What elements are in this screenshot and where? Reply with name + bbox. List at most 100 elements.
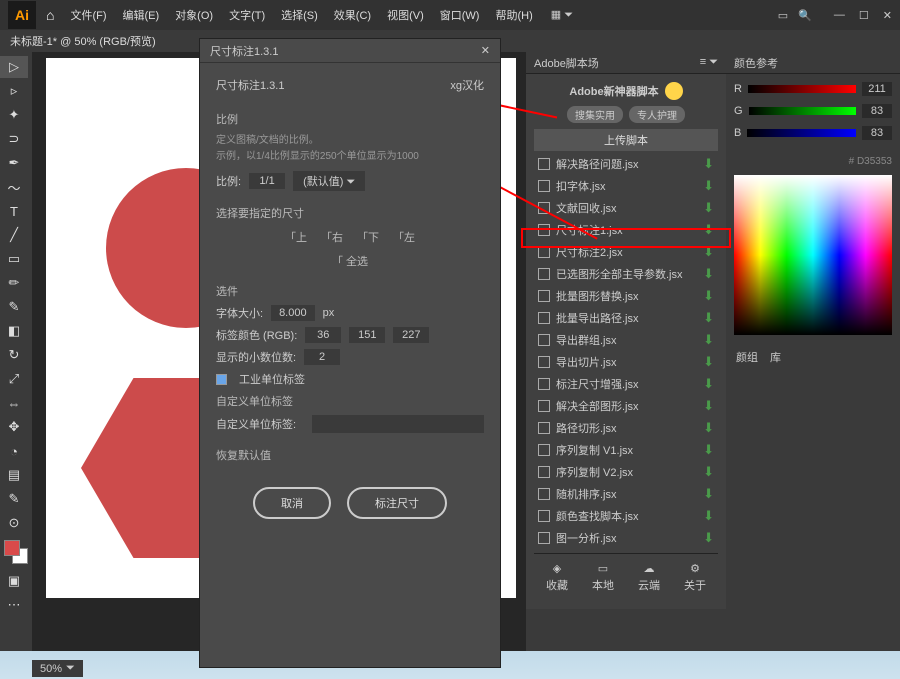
chk-bottom[interactable]: 「下: [357, 229, 379, 245]
download-icon[interactable]: ⬇: [703, 486, 714, 502]
blend-tool[interactable]: ⊙: [0, 512, 28, 534]
download-icon[interactable]: ⬇: [703, 178, 714, 194]
shaper-tool[interactable]: ✎: [0, 296, 28, 318]
list-item[interactable]: 序列复制 V1.jsx⬇: [534, 439, 718, 461]
list-item[interactable]: 序列复制 V2.jsx⬇: [534, 461, 718, 483]
wand-tool[interactable]: ✦: [0, 104, 28, 126]
gradient-tool[interactable]: ▤: [0, 464, 28, 486]
download-icon[interactable]: ⬇: [703, 156, 714, 172]
list-item[interactable]: 扣字体.jsx⬇: [534, 175, 718, 197]
cb-custom-label[interactable]: 自定义单位标签: [216, 393, 293, 409]
menu-object[interactable]: 对象(O): [169, 3, 219, 27]
home-icon[interactable]: ⌂: [46, 7, 54, 23]
rect-tool[interactable]: ▭: [0, 248, 28, 270]
list-item[interactable]: 解决全部图形.jsx⬇: [534, 395, 718, 417]
menu-edit[interactable]: 编辑(E): [117, 3, 166, 27]
list-item[interactable]: 文献回收.jsx⬇: [534, 197, 718, 219]
eyedropper-tool[interactable]: ✎: [0, 488, 28, 510]
label-g[interactable]: 151: [349, 327, 385, 343]
ratio-dropdown[interactable]: (默认值) ⏷: [293, 171, 365, 191]
menu-select[interactable]: 选择(S): [275, 3, 324, 27]
pill-1[interactable]: 搜集实用: [567, 106, 623, 123]
free-transform[interactable]: ✥: [0, 416, 28, 438]
curve-tool[interactable]: 〜: [0, 176, 28, 198]
download-icon[interactable]: ⬇: [703, 200, 714, 216]
pill-2[interactable]: 专人护理: [629, 106, 685, 123]
shape-builder[interactable]: ◔: [0, 440, 28, 462]
download-icon[interactable]: ⬇: [703, 508, 714, 524]
download-icon[interactable]: ⬇: [703, 420, 714, 436]
r-slider[interactable]: [748, 85, 856, 93]
chk-left[interactable]: 「左: [393, 229, 415, 245]
label-r[interactable]: 36: [305, 327, 341, 343]
label-b[interactable]: 227: [393, 327, 429, 343]
lasso-tool[interactable]: ⊃: [0, 128, 28, 150]
dec-field[interactable]: 2: [304, 349, 340, 365]
minimize-icon[interactable]: —: [834, 9, 845, 22]
list-item[interactable]: 解决路径问题.jsx⬇: [534, 153, 718, 175]
cancel-button[interactable]: 取消: [253, 487, 331, 519]
list-item[interactable]: 路径切形.jsx⬇: [534, 417, 718, 439]
download-icon[interactable]: ⬇: [703, 376, 714, 392]
list-item[interactable]: 导出切片.jsx⬇: [534, 351, 718, 373]
custom-unit-input[interactable]: [312, 415, 484, 433]
menu-help[interactable]: 帮助(H): [489, 3, 538, 27]
g-slider[interactable]: [749, 107, 856, 115]
dialog-tab1[interactable]: 尺寸标注1.3.1: [216, 77, 284, 93]
list-item[interactable]: 标注尺寸增强.jsx⬇: [534, 373, 718, 395]
nav-fav[interactable]: ◈收藏: [546, 562, 568, 593]
download-icon[interactable]: ⬇: [703, 310, 714, 326]
download-icon[interactable]: ⬇: [703, 332, 714, 348]
type-tool[interactable]: T: [0, 200, 28, 222]
list-item[interactable]: 颜色查找脚本.jsx⬇: [534, 505, 718, 527]
maximize-icon[interactable]: ☐: [859, 9, 869, 22]
download-icon[interactable]: ⬇: [703, 464, 714, 480]
download-icon[interactable]: ⬇: [703, 288, 714, 304]
pen-tool[interactable]: ✒: [0, 152, 28, 174]
doc-icon[interactable]: ▭: [778, 9, 788, 22]
menu-window[interactable]: 窗口(W): [434, 3, 486, 27]
zoom-bar[interactable]: 50%⏷: [32, 660, 83, 677]
menu-view[interactable]: 视图(V): [381, 3, 430, 27]
r-value[interactable]: 211: [862, 82, 892, 96]
tab-groups[interactable]: 颜组: [736, 349, 758, 365]
rotate-tool[interactable]: ↻: [0, 344, 28, 366]
chk-all[interactable]: 「 全选: [332, 253, 368, 269]
b-value[interactable]: 83: [862, 126, 892, 140]
scale-tool[interactable]: ⤢: [0, 368, 28, 390]
cb-industrial[interactable]: [216, 374, 227, 385]
list-item[interactable]: 批量图形替换.jsx⬇: [534, 285, 718, 307]
download-icon[interactable]: ⬇: [703, 354, 714, 370]
list-item[interactable]: 已选图形全部主导参数.jsx⬇: [534, 263, 718, 285]
edit-toolbar[interactable]: ⋯: [0, 594, 28, 616]
width-tool[interactable]: ⇔: [0, 392, 28, 414]
close-icon[interactable]: ✕: [883, 9, 892, 22]
color-swatch[interactable]: [4, 540, 28, 564]
eraser-tool[interactable]: ◧: [0, 320, 28, 342]
search-icon[interactable]: 🔍: [798, 9, 812, 22]
download-icon[interactable]: ⬇: [703, 398, 714, 414]
g-value[interactable]: 83: [862, 104, 892, 118]
nav-cloud[interactable]: ☁云端: [638, 562, 660, 593]
b-slider[interactable]: [747, 129, 856, 137]
line-tool[interactable]: ╱: [0, 224, 28, 246]
chk-right[interactable]: 「右: [321, 229, 343, 245]
grid-icon[interactable]: ▦ ⏷: [551, 8, 573, 22]
tab-libs[interactable]: 库: [770, 349, 781, 365]
selection-tool[interactable]: ▷: [0, 56, 28, 78]
dialog-tab2[interactable]: xg汉化: [450, 77, 484, 93]
download-icon[interactable]: ⬇: [703, 530, 714, 546]
hex-value[interactable]: # D35353: [726, 156, 900, 167]
menu-type[interactable]: 文字(T): [223, 3, 271, 27]
nav-about[interactable]: ⚙关于: [684, 562, 706, 593]
chk-top[interactable]: 「上: [285, 229, 307, 245]
font-size-field[interactable]: 8.000: [271, 305, 315, 321]
close-icon[interactable]: ✕: [481, 44, 490, 57]
menu-file[interactable]: 文件(F): [64, 3, 112, 27]
list-item[interactable]: 批量导出路径.jsx⬇: [534, 307, 718, 329]
download-icon[interactable]: ⬇: [703, 266, 714, 282]
list-item[interactable]: 随机排序.jsx⬇: [534, 483, 718, 505]
download-icon[interactable]: ⬇: [703, 442, 714, 458]
brush-tool[interactable]: ✏: [0, 272, 28, 294]
ratio-value[interactable]: 1/1: [249, 173, 285, 189]
